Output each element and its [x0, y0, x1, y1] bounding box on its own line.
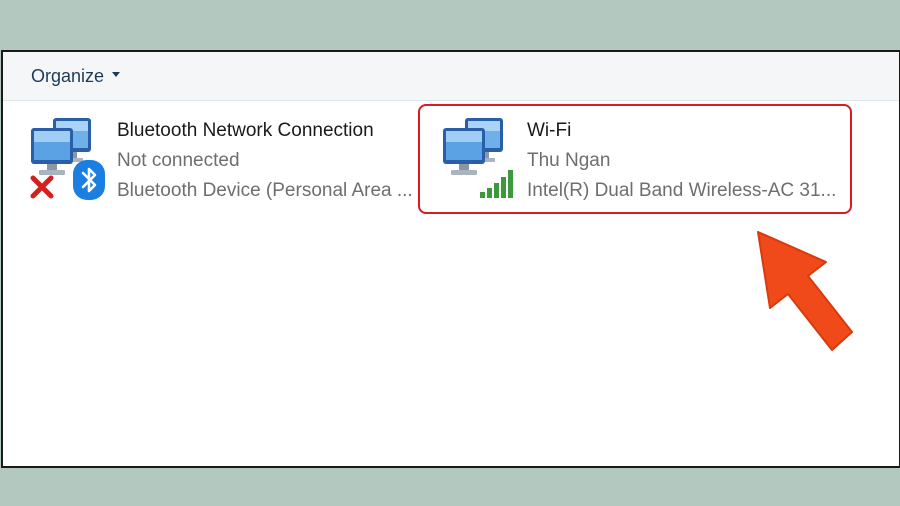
connection-item-wifi[interactable]: Wi-Fi Thu Ngan Intel(R) Dual Band Wirele…: [439, 116, 849, 206]
connection-status: Not connected: [117, 150, 240, 171]
organize-label: Organize: [31, 65, 105, 86]
wifi-connection-icon-group: [439, 116, 521, 202]
disconnected-x-icon: [30, 175, 54, 199]
connection-details: Bluetooth Network Connection Not connect…: [117, 116, 413, 206]
caret-down-icon: [112, 71, 121, 77]
connection-item-bluetooth[interactable]: Bluetooth Network Connection Not connect…: [27, 116, 413, 206]
toolbar: Organize: [3, 52, 899, 101]
connection-status: Thu Ngan: [527, 150, 611, 171]
wifi-signal-bars-icon: [480, 170, 513, 198]
connection-name: Bluetooth Network Connection: [117, 120, 374, 141]
bluetooth-icon: [73, 160, 105, 200]
connection-details: Wi-Fi Thu Ngan Intel(R) Dual Band Wirele…: [527, 116, 836, 206]
connection-device: Intel(R) Dual Band Wireless-AC 31...: [527, 180, 837, 201]
organize-menu-button[interactable]: Organize: [31, 64, 121, 88]
bluetooth-connection-icon-group: [27, 116, 109, 202]
connection-device: Bluetooth Device (Personal Area ...: [117, 180, 413, 201]
pointer-arrow-icon: [757, 231, 853, 351]
connection-name: Wi-Fi: [527, 120, 572, 141]
